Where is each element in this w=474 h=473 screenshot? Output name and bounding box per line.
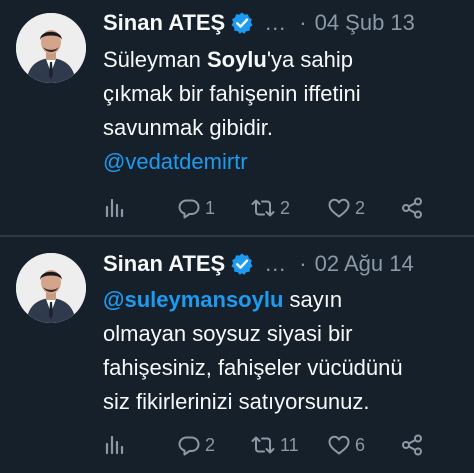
analytics-button[interactable] bbox=[103, 193, 125, 223]
tweet-text-line: @suleymansoylu sayın bbox=[103, 283, 463, 317]
tweet[interactable]: Sinan ATEŞ … · 04 Şub 13 Süleyman Soylu'… bbox=[0, 0, 474, 236]
author-name[interactable]: Sinan ATEŞ bbox=[103, 6, 225, 40]
mention-link[interactable]: @suleymansoylu bbox=[103, 287, 283, 312]
tweet-actions: 2 11 6 bbox=[103, 430, 443, 460]
reply-count: 1 bbox=[205, 197, 216, 218]
tweet-text-line: savunmak gibidir. bbox=[103, 115, 273, 140]
text-segment: 'ya sahip bbox=[266, 47, 354, 72]
retweet-count: 2 bbox=[280, 197, 291, 218]
tweet-date[interactable]: 02 Ağu 14 bbox=[315, 247, 414, 281]
tweet-actions: 1 2 2 bbox=[103, 193, 443, 223]
retweet-icon bbox=[251, 436, 275, 454]
tweet-text: Süleyman Soylu'ya sahip çıkmak bir fahiş… bbox=[103, 43, 463, 179]
share-button[interactable] bbox=[400, 193, 424, 223]
avatar[interactable] bbox=[16, 13, 86, 83]
profile-photo bbox=[16, 13, 86, 83]
analytics-icon bbox=[105, 198, 124, 218]
reply-icon bbox=[178, 436, 200, 456]
avatar[interactable] bbox=[16, 253, 86, 323]
tweet-text-line: siz fikirlerinizi satıyorsunuz. bbox=[103, 389, 370, 414]
text-segment: sayın bbox=[283, 287, 343, 312]
tweet-header: Sinan ATEŞ … · 04 Şub 13 bbox=[103, 6, 415, 40]
verified-badge-icon bbox=[230, 252, 254, 276]
tweet-text-line: çıkmak bir fahişenin iffetini bbox=[103, 81, 361, 106]
tweet-divider bbox=[0, 235, 474, 237]
share-icon bbox=[402, 197, 422, 219]
text-segment: Süleyman bbox=[103, 47, 207, 72]
tweet-text-line: fahişesiniz, fahişeler vücüdünü bbox=[103, 355, 403, 380]
share-icon bbox=[402, 434, 422, 456]
highlighted-word: Soylu bbox=[206, 47, 267, 72]
share-button[interactable] bbox=[400, 430, 424, 460]
retweet-button[interactable]: 11 bbox=[250, 430, 299, 460]
reply-button[interactable]: 2 bbox=[177, 430, 215, 460]
analytics-icon bbox=[105, 435, 124, 455]
tweet-header: Sinan ATEŞ … · 02 Ağu 14 bbox=[103, 247, 414, 281]
reply-count: 2 bbox=[205, 434, 216, 455]
tweet-text-line: Süleyman Soylu'ya sahip bbox=[103, 43, 463, 77]
like-count: 6 bbox=[355, 434, 366, 455]
mention-link[interactable]: @vedatdemirtr bbox=[103, 145, 463, 179]
verified-badge-icon bbox=[230, 11, 254, 35]
like-button[interactable]: 2 bbox=[327, 193, 365, 223]
tweet-timeline: Sinan ATEŞ … · 04 Şub 13 Süleyman Soylu'… bbox=[0, 0, 474, 473]
analytics-button[interactable] bbox=[103, 430, 125, 460]
retweet-count: 11 bbox=[280, 434, 299, 455]
author-handle[interactable]: … bbox=[264, 6, 287, 40]
tweet-date[interactable]: 04 Şub 13 bbox=[315, 6, 415, 40]
retweet-button[interactable]: 2 bbox=[250, 193, 290, 223]
heart-icon bbox=[328, 198, 350, 218]
heart-icon bbox=[328, 435, 350, 455]
author-handle[interactable]: … bbox=[264, 247, 287, 281]
like-count: 2 bbox=[355, 197, 366, 218]
reply-icon bbox=[178, 199, 200, 219]
retweet-icon bbox=[251, 199, 275, 217]
author-name[interactable]: Sinan ATEŞ bbox=[103, 247, 225, 281]
header-separator: · bbox=[299, 10, 307, 35]
like-button[interactable]: 6 bbox=[327, 430, 365, 460]
header-separator: · bbox=[299, 251, 307, 276]
tweet-text-line: olmayan soysuz siyasi bir bbox=[103, 321, 353, 346]
profile-photo bbox=[16, 253, 86, 323]
tweet-text: @suleymansoylu sayın olmayan soysuz siya… bbox=[103, 283, 463, 419]
reply-button[interactable]: 1 bbox=[177, 193, 215, 223]
